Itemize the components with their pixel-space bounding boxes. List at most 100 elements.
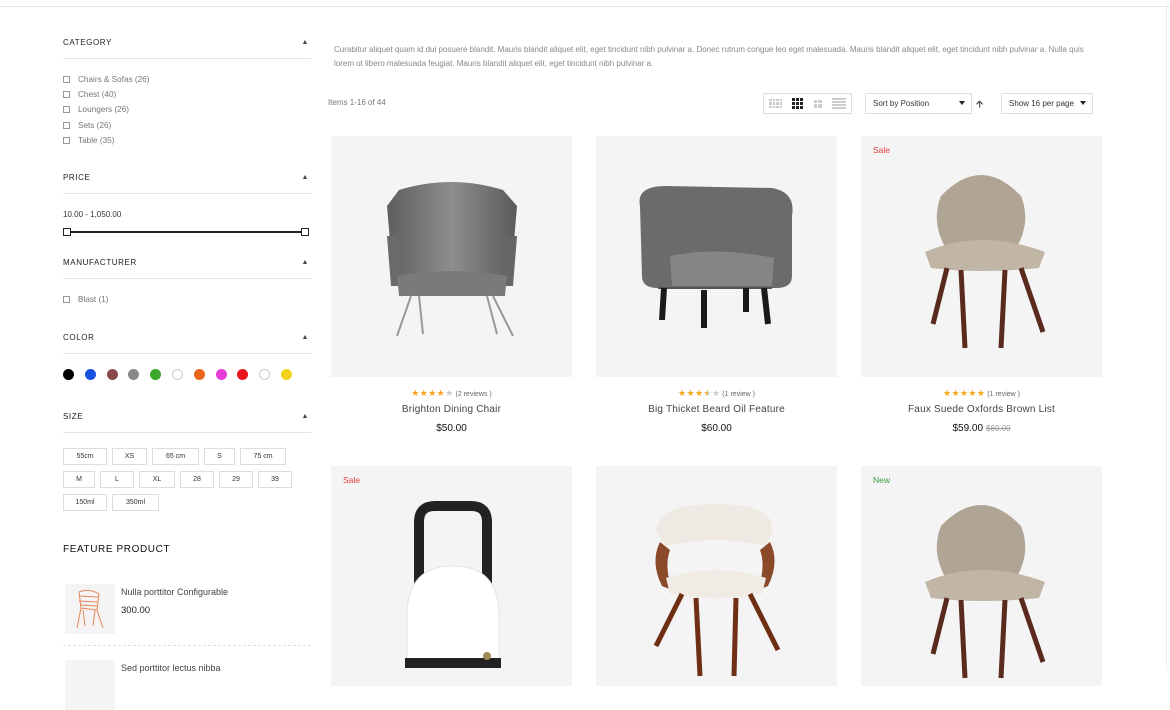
feature-product-name[interactable]: Nulla porttitor Configurable [121, 587, 228, 597]
price-filter-header[interactable]: PRICE ▲ [63, 173, 311, 194]
checkbox[interactable] [63, 296, 70, 304]
category-option-count: (35) [99, 135, 115, 145]
checkbox[interactable] [63, 76, 70, 84]
chevron-up-icon: ▲ [301, 174, 309, 181]
size-option[interactable]: 75 cm [240, 448, 286, 465]
manufacturer-filter-header[interactable]: MANUFACTURER ▲ [63, 258, 311, 279]
category-option-label: Loungers [78, 105, 113, 115]
manufacturer-option[interactable]: Blast (1) [63, 292, 109, 307]
color-swatch[interactable] [150, 369, 162, 380]
product-rating: ★★★★★ (2 reviews ) [331, 388, 572, 399]
star-icon: ★ [951, 388, 960, 398]
price-value: $60.00 [701, 423, 732, 434]
review-count[interactable]: (1 review ) [722, 391, 755, 398]
checkbox[interactable] [63, 121, 70, 129]
product-image[interactable] [596, 136, 837, 377]
size-option[interactable]: 350ml [112, 494, 159, 511]
color-swatches [63, 369, 303, 380]
size-filter-header[interactable]: SIZE ▲ [63, 412, 311, 433]
feature-product-price: 300.00 [121, 605, 151, 616]
color-swatch[interactable] [106, 369, 118, 380]
feature-product-thumbnail[interactable] [65, 584, 115, 634]
size-option[interactable]: 28 [180, 471, 214, 488]
color-swatch[interactable] [171, 369, 183, 380]
product-rating: ★★★★★ (1 review ) [861, 388, 1102, 399]
color-swatch[interactable] [128, 369, 140, 380]
category-list: Chairs & Sofas (26) Chest (40) Loungers … [63, 72, 149, 148]
category-option-label: Sets [78, 120, 95, 130]
color-swatch[interactable] [63, 369, 74, 380]
category-option[interactable]: Sets (26) [63, 118, 149, 133]
star-icon: ★ [419, 388, 429, 398]
feature-product-thumbnail[interactable] [65, 660, 115, 710]
product-price: $50.00 [331, 423, 572, 434]
color-filter-header[interactable]: COLOR ▲ [63, 333, 311, 354]
color-swatch[interactable] [84, 369, 96, 380]
grid-3-view-icon[interactable] [792, 98, 804, 109]
star-icon: ★ [445, 388, 454, 398]
size-option[interactable]: S [204, 448, 235, 465]
top-border [0, 6, 1170, 7]
size-option[interactable]: 65 cm [152, 448, 199, 465]
product-image[interactable]: New [861, 466, 1102, 686]
star-icon: ★ [703, 388, 712, 398]
sort-select[interactable]: Sort by Position [865, 93, 972, 114]
limiter-select[interactable]: Show 16 per page [1001, 93, 1093, 114]
checkbox[interactable] [63, 136, 70, 144]
category-option[interactable]: Chairs & Sofas (26) [63, 72, 149, 87]
color-swatch[interactable] [280, 369, 292, 380]
dining-chair-icon [925, 505, 1046, 679]
size-option[interactable]: XS [112, 448, 147, 465]
review-count[interactable]: (1 review ) [987, 391, 1020, 398]
list-view-icon[interactable] [831, 98, 846, 109]
category-option[interactable]: Loungers (26) [63, 102, 149, 117]
size-option[interactable]: 29 [219, 471, 253, 488]
product-image[interactable] [596, 466, 837, 686]
product-image[interactable]: Sale [331, 466, 572, 686]
product-image[interactable]: Sale [861, 136, 1102, 377]
product-name[interactable]: Faux Suede Oxfords Brown List [861, 404, 1102, 415]
category-option[interactable]: Table (35) [63, 133, 149, 148]
right-border [1166, 0, 1167, 670]
product-image[interactable] [331, 136, 572, 377]
product-name[interactable]: Big Thicket Beard Oil Feature [596, 404, 837, 415]
size-option[interactable]: XL [139, 471, 175, 488]
color-swatch[interactable] [259, 369, 271, 380]
star-icon: ★ [686, 388, 695, 398]
price-slider-min-handle[interactable] [63, 228, 71, 236]
category-option-label: Chairs & Sofas [78, 75, 133, 85]
product-price: $59.00 $60.00 [861, 423, 1102, 434]
review-count[interactable]: (2 reviews ) [456, 391, 492, 398]
size-option[interactable]: M [63, 471, 95, 488]
product-name[interactable]: Brighton Dining Chair [331, 404, 572, 415]
star-icon: ★ [711, 388, 721, 398]
rating-stars: ★★★★★ [678, 388, 722, 398]
color-swatch[interactable] [193, 369, 205, 380]
color-swatch[interactable] [237, 369, 249, 380]
price-slider-max-handle[interactable] [301, 228, 309, 236]
old-price: $60.00 [986, 424, 1011, 433]
sale-badge: Sale [873, 145, 891, 155]
checkbox[interactable] [63, 106, 70, 114]
size-option[interactable]: 55cm [63, 448, 107, 465]
category-filter-title: CATEGORY [63, 38, 112, 47]
lantern-icon [405, 501, 501, 668]
category-filter-header[interactable]: CATEGORY ▲ [63, 38, 311, 59]
star-icon: ★ [428, 388, 437, 398]
size-option[interactable]: 39 [258, 471, 292, 488]
price-slider-track[interactable] [66, 231, 307, 233]
arrow-up-icon[interactable]: 🡱 [976, 97, 983, 114]
color-swatch[interactable] [215, 369, 227, 380]
grid-2-view-icon[interactable] [813, 99, 822, 108]
size-option[interactable]: 150ml [63, 494, 107, 511]
grid-4-view-icon[interactable] [769, 98, 783, 109]
shell-chair-icon [653, 504, 781, 677]
checkbox[interactable] [63, 91, 70, 99]
new-badge: New [873, 475, 891, 485]
feature-product-name[interactable]: Sed porttitor lectus nibba [121, 663, 221, 673]
size-option[interactable]: L [100, 471, 134, 488]
chevron-up-icon: ▲ [301, 413, 309, 420]
sale-badge: Sale [343, 475, 361, 485]
category-option[interactable]: Chest (40) [63, 87, 149, 102]
chevron-up-icon: ▲ [301, 259, 309, 266]
